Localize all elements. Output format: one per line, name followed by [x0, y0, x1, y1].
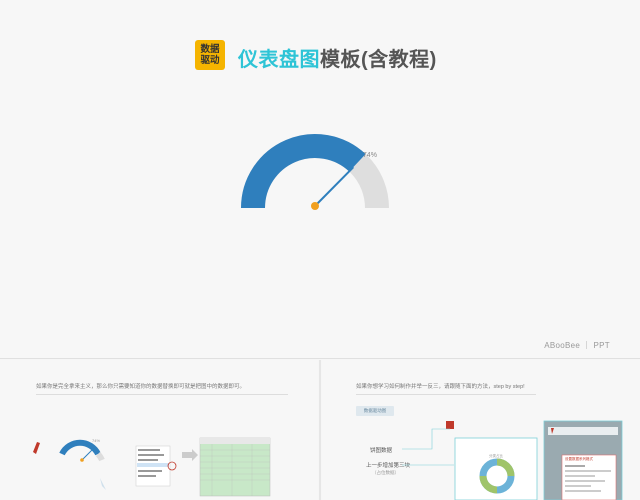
- gauge-needle: [314, 166, 355, 207]
- mini-gauge-track: [95, 451, 105, 462]
- mini-arrow-icon: [100, 478, 106, 490]
- right-rule: [356, 394, 536, 395]
- left-rule: [36, 394, 288, 395]
- left-instruction: 如果你是完全拿来主义，那么你只需要知道你的数据替换即可就是把图中的数据即可。: [36, 384, 246, 390]
- left-tutorial-graphic: 74%: [33, 437, 271, 497]
- main-slide: 数据 驱动 仪表盘图模板(含教程) 74% ABooBee ｜ PPT: [0, 0, 640, 358]
- mini-gauge-label: 74%: [92, 438, 100, 443]
- thumbnail-panel-right[interactable]: 如果你想学习如何制作并举一反三，请跟随下面的方法，step by step! 数…: [322, 360, 640, 500]
- footer-brand: ABooBee ｜ PPT: [544, 341, 610, 350]
- mini-gauge-pivot: [80, 458, 84, 462]
- mini-gauge-fill: [59, 439, 101, 456]
- step-marker-icon: [446, 421, 454, 429]
- arrow-right-icon: [182, 449, 198, 461]
- gauge-chart: 74%: [241, 134, 389, 210]
- badge-line2: 驱动: [200, 55, 220, 66]
- gauge-pivot: [311, 202, 319, 210]
- cursor-pointer-icon: [33, 442, 40, 454]
- page-title: 仪表盘图模板(含教程): [238, 43, 437, 72]
- spreadsheet-thumbnail: [199, 437, 271, 497]
- svg-text:设置数据系列格式: 设置数据系列格式: [565, 456, 593, 461]
- vertical-divider: [319, 360, 321, 500]
- title-accent: 仪表盘图: [238, 49, 320, 71]
- data-driven-badge: 数据 驱动: [195, 40, 225, 70]
- mini-gauge-needle: [81, 447, 95, 461]
- thumbnail-panel-left[interactable]: 如果你是完全拿来主义，那么你只需要知道你的数据替换即可就是把图中的数据即可。 7…: [0, 360, 318, 500]
- horizontal-divider: [0, 358, 640, 359]
- right-instruction: 如果你想学习如何制作并举一反三，请跟随下面的方法，step by step!: [356, 384, 525, 390]
- badge-line1: 数据: [200, 44, 220, 55]
- svg-text:分类占比: 分类占比: [489, 453, 503, 458]
- gauge-fill: [241, 134, 366, 209]
- gauge-value-label: 74%: [363, 152, 377, 159]
- title-rest: 模板(含教程): [320, 49, 437, 71]
- right-tutorial-graphic: 分类占比 设置数据系列格式: [402, 420, 623, 500]
